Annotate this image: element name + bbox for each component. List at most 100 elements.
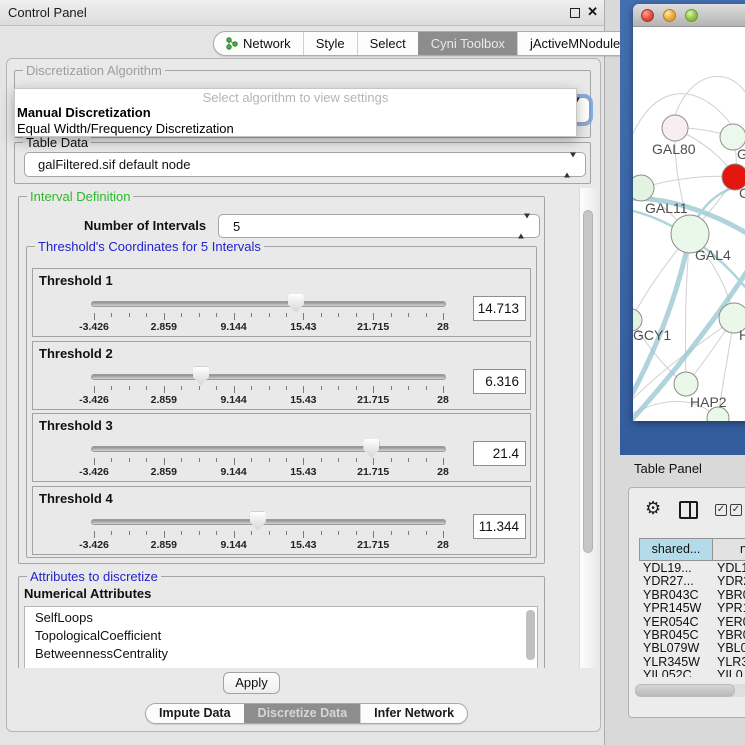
slider-tick [286, 386, 287, 390]
threshold-panel: Threshold 1-3.4262.8599.14415.4321.71528… [32, 268, 531, 337]
table-row[interactable]: YDL19...YDL1 [639, 561, 745, 574]
network-node-gal80[interactable] [662, 115, 688, 141]
attribute-item[interactable]: BetweennessCentrality [25, 645, 537, 663]
list-scrollbar-thumb[interactable] [526, 610, 535, 660]
tab-cyni-toolbox[interactable]: Cyni Toolbox [418, 32, 517, 55]
table-data-combobox[interactable]: galFiltered.sif default node [24, 152, 586, 177]
slider-tick [164, 531, 165, 538]
num-intervals-spinner[interactable]: 5 [218, 214, 540, 238]
attribute-item[interactable]: TopologicalCoefficient [25, 627, 537, 645]
slider-tick [321, 458, 322, 462]
tick-label: 9.144 [220, 394, 246, 406]
settings-scrollbar-thumb[interactable] [583, 210, 593, 553]
close-icon[interactable]: ✕ [587, 4, 598, 20]
table-horizontal-scrollbar[interactable] [635, 684, 745, 697]
tab-label: Select [370, 36, 406, 51]
table-row[interactable]: YIL052CYIL0 [639, 668, 745, 677]
slider-tick [129, 313, 130, 317]
slider-thumb[interactable] [288, 294, 304, 313]
tab-impute-data[interactable]: Impute Data [146, 704, 244, 723]
network-graph: GAL80GACGAL11GAL4GCY1HHAP2 [633, 27, 745, 421]
threshold-value-field[interactable]: 6.316 [473, 369, 526, 394]
tick-label: 2.859 [151, 466, 177, 478]
table-row[interactable]: YBL079WYBL0 [639, 641, 745, 654]
slider-tick [443, 386, 444, 393]
cell-name: YLR3 [717, 655, 745, 669]
tick-label: 21.715 [357, 394, 389, 406]
tab-network[interactable]: Network [214, 32, 303, 55]
network-canvas[interactable]: GAL80GACGAL11GAL4GCY1HHAP2 [633, 27, 745, 421]
node-label: GA [737, 146, 745, 162]
table-row[interactable]: YBR045CYBR0 [639, 628, 745, 641]
threshold-panel: Threshold 4-3.4262.8599.14415.4321.71528… [32, 486, 531, 555]
slider-tick [426, 386, 427, 390]
tab-label: Network [243, 36, 291, 51]
gear-icon[interactable]: ⚙ [645, 498, 661, 519]
slider-track[interactable] [91, 301, 446, 307]
split-view-icon[interactable] [679, 501, 698, 519]
network-node-gal11[interactable] [633, 175, 654, 201]
apply-button[interactable]: Apply [223, 672, 280, 694]
slider-tick [443, 458, 444, 465]
cell-shared-name: YBL079W [643, 641, 699, 655]
slider-track[interactable] [91, 446, 446, 452]
settings-scrollbar[interactable] [579, 188, 597, 668]
dropdown-option[interactable]: Equal Width/Frequency Discretization [15, 121, 576, 137]
table-row[interactable]: YPR145WYPR1 [639, 601, 745, 614]
slider-tick [443, 313, 444, 320]
network-window-titlebar[interactable] [633, 4, 745, 27]
threshold-value-field[interactable]: 14.713 [473, 296, 526, 321]
float-window-icon[interactable] [570, 8, 580, 18]
network-node-hap2[interactable] [674, 372, 698, 396]
tab-select[interactable]: Select [357, 32, 418, 55]
column-header-shared-name[interactable]: shared... [639, 538, 713, 561]
tick-label: 2.859 [151, 394, 177, 406]
slider-tick [129, 386, 130, 390]
slider-tick [269, 458, 270, 462]
slider-track[interactable] [91, 519, 446, 525]
attributes-list[interactable]: SelfLoopsTopologicalCoefficientBetweenne… [24, 606, 538, 668]
tab-label: Style [316, 36, 345, 51]
node-label: C [739, 185, 745, 201]
minimize-traffic-light-icon[interactable] [663, 9, 676, 22]
zoom-traffic-light-icon[interactable] [685, 9, 698, 22]
slider-tick [129, 458, 130, 462]
slider-track[interactable] [91, 374, 446, 380]
table-row[interactable]: YDR27...YDR2 [639, 574, 745, 587]
group-title: Table Data [23, 135, 91, 150]
checkbox-icon[interactable]: ✓ [730, 504, 742, 516]
node-label: GCY1 [633, 327, 671, 343]
tab-infer-network[interactable]: Infer Network [360, 704, 467, 723]
slider-tick [251, 313, 252, 317]
threshold-value-field[interactable]: 11.344 [473, 514, 526, 539]
group-title: Attributes to discretize [27, 569, 161, 584]
spinner-arrows-icon [518, 219, 530, 234]
tick-label: 21.715 [357, 539, 389, 551]
tick-label: 15.43 [290, 539, 316, 551]
table-row[interactable]: YBR043CYBR0 [639, 588, 745, 601]
settings-scroll-viewport: Interval Definition Number of Intervals … [14, 188, 597, 668]
combo-arrows-icon [564, 157, 576, 172]
table-row[interactable]: YER054CYER0 [639, 615, 745, 628]
tick-label: 28 [437, 394, 449, 406]
network-view-window: GAL80GACGAL11GAL4GCY1HHAP2 [633, 4, 745, 421]
tab-style[interactable]: Style [303, 32, 357, 55]
close-traffic-light-icon[interactable] [641, 9, 654, 22]
slider-tick [199, 313, 200, 317]
threshold-value-field[interactable]: 21.4 [473, 441, 526, 466]
dropdown-option[interactable]: Manual Discretization [15, 105, 576, 121]
attribute-item[interactable]: SelfLoops [25, 607, 537, 627]
checkbox-icon[interactable]: ✓ [715, 504, 727, 516]
table-row[interactable]: YLR345WYLR3 [639, 655, 745, 668]
table-horizontal-scrollbar-thumb[interactable] [635, 684, 735, 697]
node-label: H [739, 327, 745, 343]
slider-thumb[interactable] [363, 439, 379, 458]
cell-shared-name: YBR045C [643, 628, 699, 642]
slider-tick [321, 313, 322, 317]
tick-label: 28 [437, 321, 449, 333]
column-header-name[interactable]: n [713, 538, 745, 561]
slider-thumb[interactable] [250, 512, 266, 531]
group-title: Threshold's Coordinates for 5 Intervals [35, 239, 264, 254]
slider-thumb[interactable] [193, 367, 209, 386]
tab-discretize-data[interactable]: Discretize Data [244, 704, 361, 723]
